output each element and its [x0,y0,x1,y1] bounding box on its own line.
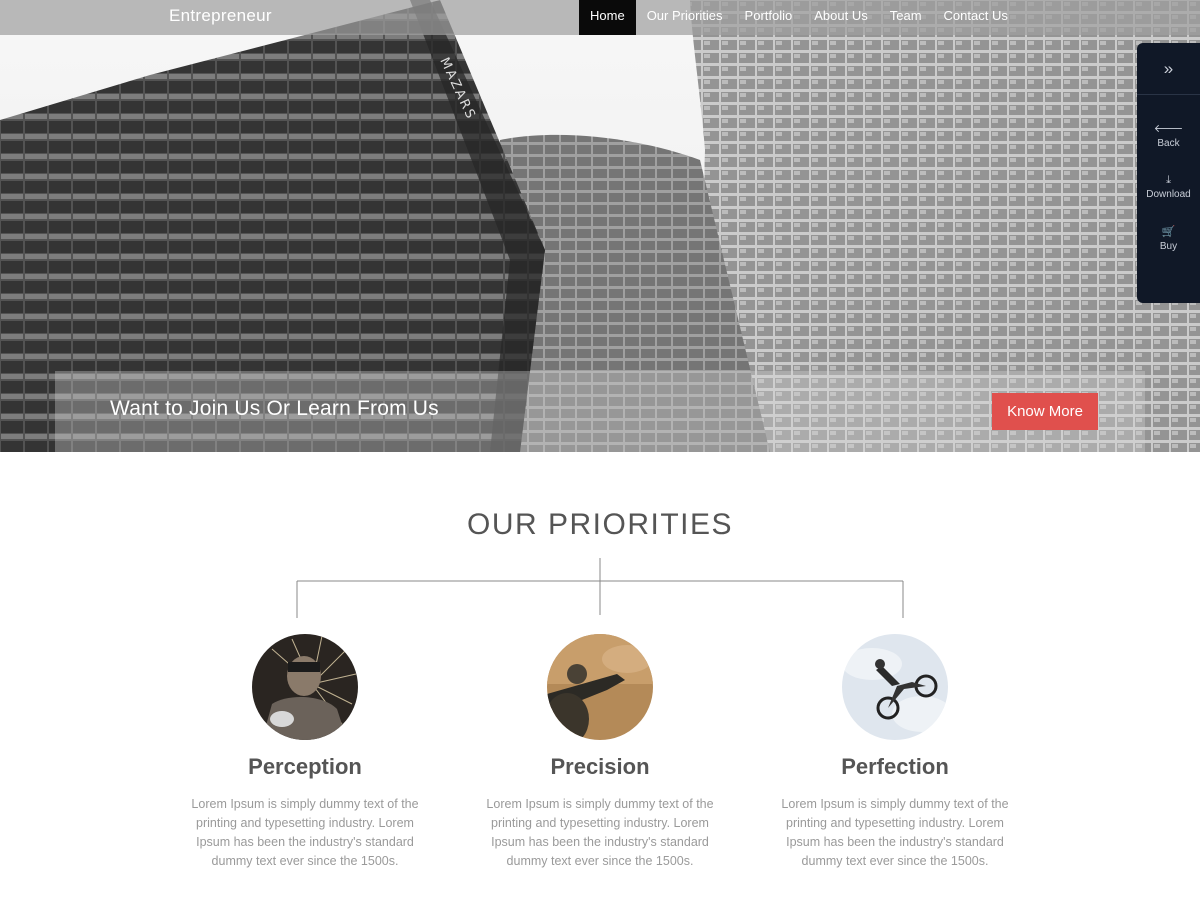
card-text-perception: Lorem Ipsum is simply dummy text of the … [191,797,419,868]
card-title-perfection: Perfection [841,754,949,779]
section-title: OUR PRIORITIES [466,508,734,541]
nav-item-contact-us[interactable]: Contact Us [933,0,1019,35]
nav-item-home[interactable]: Home [579,0,636,35]
tree-connector [296,558,904,618]
side-item-label: Buy [1159,241,1178,252]
soldier-rifle-photo [547,634,653,740]
nav-item-team[interactable]: Team [879,0,933,35]
brand-logo[interactable]: Entrepreneur [169,6,272,26]
top-navbar: Entrepreneur Home Our Priorities Portfol… [0,0,1200,35]
know-more-button[interactable]: Know More [992,393,1098,430]
download-icon: ⤓ [1166,174,1171,186]
hero-banner-text: Want to Join Us Or Learn From Us [110,397,439,420]
card-title-perception: Perception [248,754,362,779]
card-text-perfection: Lorem Ipsum is simply dummy text of the … [781,797,1009,868]
arrow-left-icon: 🡐 [1153,123,1184,135]
double-chevron-right-icon[interactable]: » [1137,43,1200,95]
cart-icon: 🛒 [1161,226,1176,238]
nav-item-about-us[interactable]: About Us [803,0,878,35]
side-item-buy[interactable]: 🛒 Buy [1137,226,1200,252]
side-item-label: Download [1146,189,1191,200]
nav-menu: Home Our Priorities Portfolio About Us T… [579,0,1019,35]
card-title-precision: Precision [550,754,650,779]
card-text-precision: Lorem Ipsum is simply dummy text of the … [486,797,714,868]
motocross-jump-photo [842,634,948,740]
nav-item-portfolio[interactable]: Portfolio [734,0,804,35]
side-panel: » 🡐 Back ⤓ Download 🛒 Buy [1137,43,1200,303]
side-item-label: Back [1157,138,1180,149]
welder-sparks-photo [252,634,358,740]
nav-item-our-priorities[interactable]: Our Priorities [636,0,734,35]
side-item-download[interactable]: ⤓ Download [1137,174,1200,200]
side-item-back[interactable]: 🡐 Back [1137,123,1200,149]
